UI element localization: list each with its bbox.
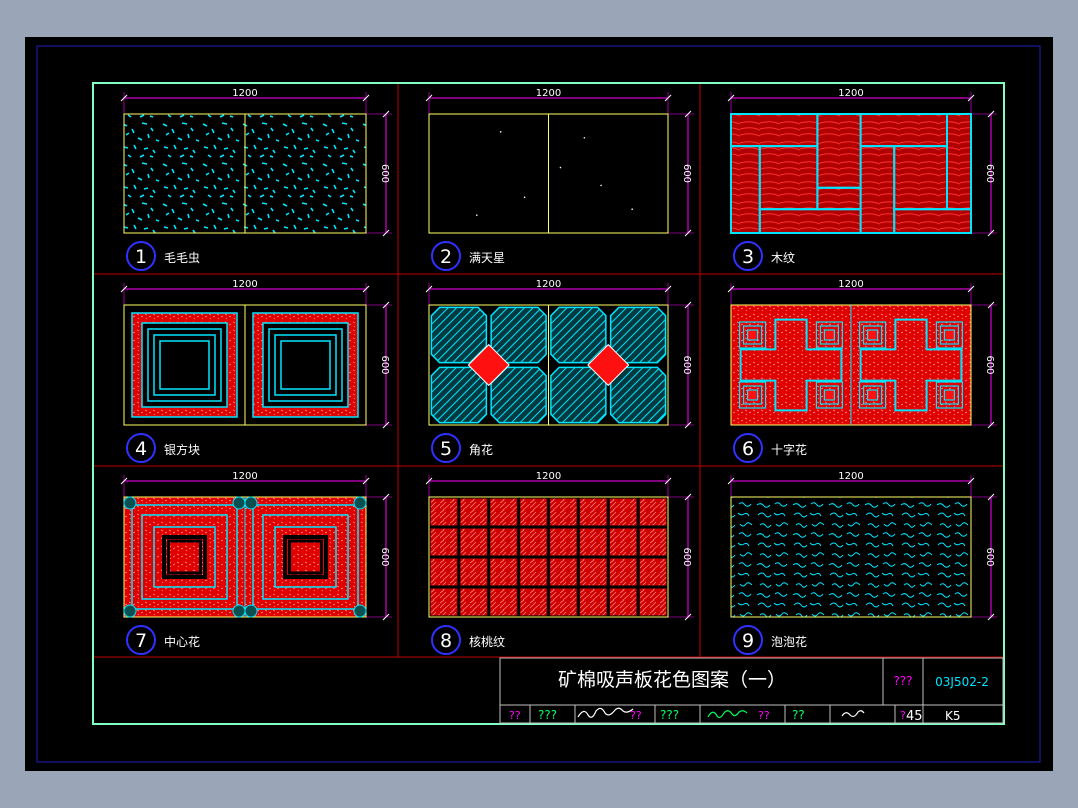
panel-name: 泡泡花 xyxy=(771,634,807,649)
tile-pattern-walnut xyxy=(428,496,669,618)
panel-number: 7 xyxy=(135,630,147,652)
review-label: ?? xyxy=(509,709,521,722)
panel-name: 银方块 xyxy=(164,442,200,457)
dimension-width-label: 1200 xyxy=(232,279,257,290)
panel-name: 中心花 xyxy=(164,634,200,649)
dimension-width-label: 1200 xyxy=(536,88,561,99)
page-code: K5 xyxy=(945,709,961,723)
dimension-width-label: 1200 xyxy=(838,88,863,99)
dimension-width-label: 1200 xyxy=(232,88,257,99)
panel-name: 角花 xyxy=(469,442,493,457)
panel-number: 1 xyxy=(135,246,147,268)
panel-number: 6 xyxy=(742,438,754,460)
panel-name: 满天星 xyxy=(469,251,505,265)
tile-pattern-corner xyxy=(428,304,669,426)
dimension-width-label: 1200 xyxy=(838,279,863,290)
tile-pattern-cross xyxy=(730,304,972,426)
panel-name: 核桃纹 xyxy=(469,634,505,649)
tile-pattern-center xyxy=(123,496,367,618)
dimension-height-label: 600 xyxy=(379,355,390,374)
checker-label: ??? xyxy=(660,708,679,722)
panel-name: 毛毛虫 xyxy=(164,251,200,265)
dimension-height-label: 600 xyxy=(681,547,692,566)
panel-number: 4 xyxy=(135,438,147,460)
tile-pattern-bubble xyxy=(730,496,972,618)
page-number: 45 xyxy=(906,709,923,724)
dimension-height-label: 600 xyxy=(984,547,995,566)
panel-number: 5 xyxy=(440,438,452,460)
dimension-height-label: 600 xyxy=(379,547,390,566)
panel-number: 8 xyxy=(440,630,452,652)
dimension-height-label: 600 xyxy=(984,164,995,183)
cad-drawing: 1200 600 1 毛毛虫 1200 600 2 满天星 1200 600 3 木纹 1200 600 4… xyxy=(25,37,1053,771)
atlas-number: 03J502-2 xyxy=(935,675,989,689)
panel-number: 3 xyxy=(742,246,754,268)
tile-pattern-stars xyxy=(428,113,669,234)
tile-pattern-squares xyxy=(123,304,367,426)
panel-number: 2 xyxy=(440,246,452,268)
dimension-width-label: 1200 xyxy=(838,471,863,482)
atlas-label: ??? xyxy=(893,674,912,688)
dimension-height-label: 600 xyxy=(984,355,995,374)
design-label: ?? xyxy=(758,709,770,722)
panel-name: 十字花 xyxy=(771,442,807,457)
panel-name: 木纹 xyxy=(771,251,795,265)
dimension-width-label: 1200 xyxy=(536,279,561,290)
panels: 1200 600 1 毛毛虫 1200 600 2 满天星 1200 600 3 木纹 1200 600 4… xyxy=(120,88,997,655)
drawing-title: 矿棉吸声板花色图案（一） xyxy=(558,669,786,691)
panel-number: 9 xyxy=(742,630,754,652)
tile-pattern-wood xyxy=(730,113,973,235)
reviewer-label: ??? xyxy=(538,708,557,722)
dimension-height-label: 600 xyxy=(681,164,692,183)
designer-label: ?? xyxy=(792,708,805,722)
check-label: ?? xyxy=(630,709,642,722)
dimension-height-label: 600 xyxy=(681,355,692,374)
dimension-width-label: 1200 xyxy=(536,471,561,482)
dimension-width-label: 1200 xyxy=(232,471,257,482)
dimension-height-label: 600 xyxy=(379,164,390,183)
tile-pattern-speckle xyxy=(123,113,367,234)
